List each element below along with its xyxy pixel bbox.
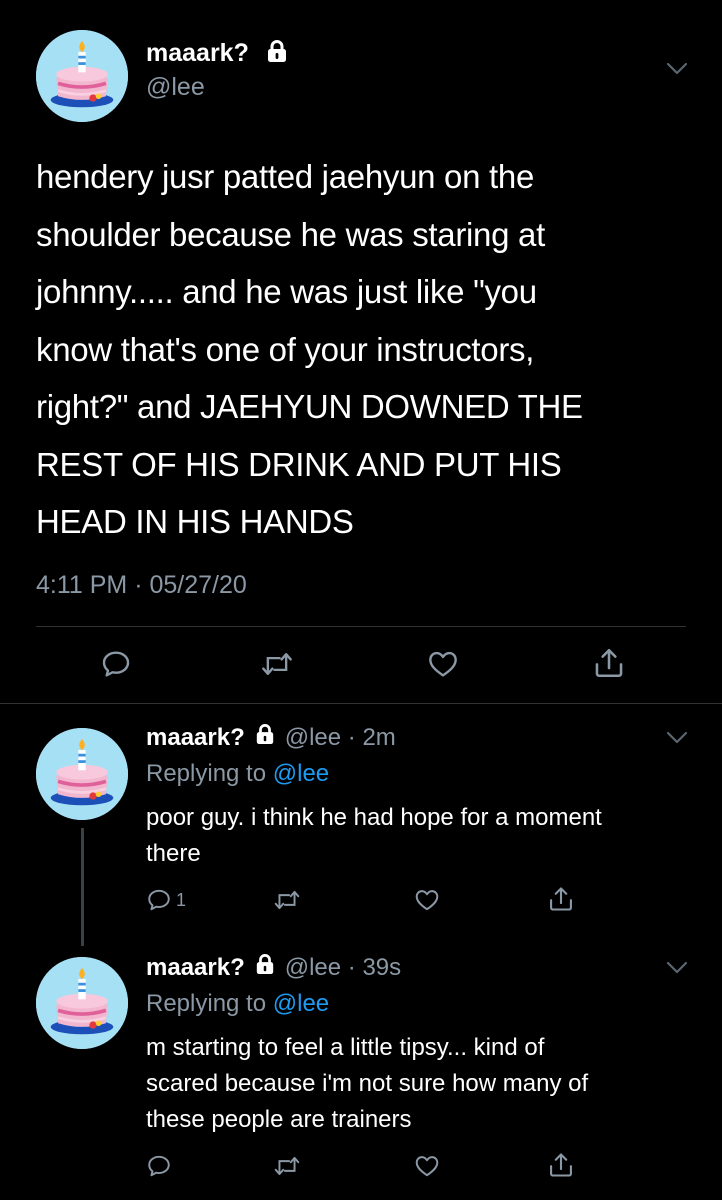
reply-header: maaark? @lee · 39s — [146, 953, 401, 982]
reply-text-line: m starting to feel a little tipsy... kin… — [146, 1034, 545, 1061]
retweet-icon — [274, 1156, 300, 1176]
avatar[interactable] — [36, 957, 128, 1049]
reply-text: m starting to feel a little tipsy... kin… — [146, 1030, 706, 1138]
share-icon — [550, 1153, 572, 1177]
chevron-down-icon[interactable] — [666, 731, 688, 745]
retweet-button[interactable] — [273, 1153, 301, 1179]
like-icon — [415, 1156, 439, 1177]
tweet-text-line: johnny..... and he was just like "you — [36, 273, 537, 310]
display-name-text[interactable]: maaark? — [146, 724, 245, 752]
divider — [36, 626, 686, 627]
replying-to: Replying to @lee — [146, 990, 329, 1018]
like-button[interactable] — [426, 648, 460, 680]
handle[interactable]: @lee — [146, 73, 205, 102]
like-icon — [429, 651, 457, 677]
retweet-icon — [274, 890, 300, 910]
section-divider — [0, 703, 722, 704]
like-icon — [415, 890, 439, 911]
share-icon — [595, 648, 623, 678]
chevron-down-icon[interactable] — [666, 961, 688, 975]
thread-line — [81, 828, 84, 946]
cake-avatar-image — [36, 957, 128, 1049]
replying-to-label: Replying to — [146, 990, 273, 1017]
tweet-text: hendery jusr patted jaehyun on the shoul… — [36, 148, 686, 551]
reply-button[interactable] — [146, 1153, 172, 1179]
mention-link[interactable]: @lee — [273, 760, 329, 787]
retweet-button[interactable] — [273, 887, 301, 913]
reply-text: poor guy. i think he had hope for a mome… — [146, 800, 706, 872]
reply-icon — [102, 651, 130, 677]
cake-avatar-image — [36, 728, 128, 820]
handle-time[interactable]: @lee · 39s — [285, 954, 401, 982]
reply-header: maaark? @lee · 2m — [146, 723, 396, 752]
tweet-text-line: shoulder because he was staring at — [36, 215, 545, 253]
tweet-timestamp[interactable]: 4:11 PM · 05/27/20 — [36, 571, 247, 600]
reply-button[interactable]: 1 — [146, 887, 186, 913]
cake-avatar-image — [36, 30, 128, 122]
retweet-icon — [262, 653, 292, 675]
tweet-text-line: know that's one of your instructors, — [36, 330, 535, 368]
tweet-text-line: hendery jusr patted jaehyun on the — [36, 158, 534, 195]
lock-icon — [266, 39, 288, 70]
tweet-text-line: REST OF HIS DRINK AND PUT HIS — [36, 445, 562, 483]
tweet-text-line: right?" and JAEHYUN DOWNED THE — [36, 388, 583, 425]
avatar[interactable] — [36, 30, 128, 122]
display-name[interactable]: maaark? — [146, 39, 288, 70]
share-button[interactable] — [592, 646, 626, 680]
reply-text-line: there — [146, 840, 201, 867]
avatar[interactable] — [36, 728, 128, 820]
tweet-text-line: HEAD IN HIS HANDS — [36, 503, 354, 540]
share-button[interactable] — [547, 885, 575, 913]
reply-count: 1 — [176, 889, 187, 910]
reply-text-line: scared because i'm not sure how many of — [146, 1070, 589, 1097]
retweet-button[interactable] — [260, 648, 294, 680]
mention-link[interactable]: @lee — [273, 990, 329, 1017]
lock-icon — [255, 723, 275, 752]
display-name-text[interactable]: maaark? — [146, 39, 249, 67]
replying-to-label: Replying to — [146, 760, 273, 787]
like-button[interactable] — [413, 887, 441, 913]
lock-icon — [255, 953, 275, 982]
reply-text-line: these people are trainers — [146, 1106, 412, 1133]
reply-text-line: poor guy. i think he had hope for a mome… — [146, 804, 602, 831]
share-button[interactable] — [547, 1151, 575, 1179]
handle-time[interactable]: @lee · 2m — [285, 724, 396, 752]
like-button[interactable] — [413, 1153, 441, 1179]
reply-icon — [148, 889, 170, 911]
chevron-down-icon[interactable] — [666, 62, 688, 76]
replying-to: Replying to @lee — [146, 760, 329, 788]
reply-button[interactable] — [100, 648, 132, 680]
display-name-text[interactable]: maaark? — [146, 954, 245, 982]
share-icon — [550, 887, 572, 911]
reply-icon — [148, 1155, 170, 1177]
